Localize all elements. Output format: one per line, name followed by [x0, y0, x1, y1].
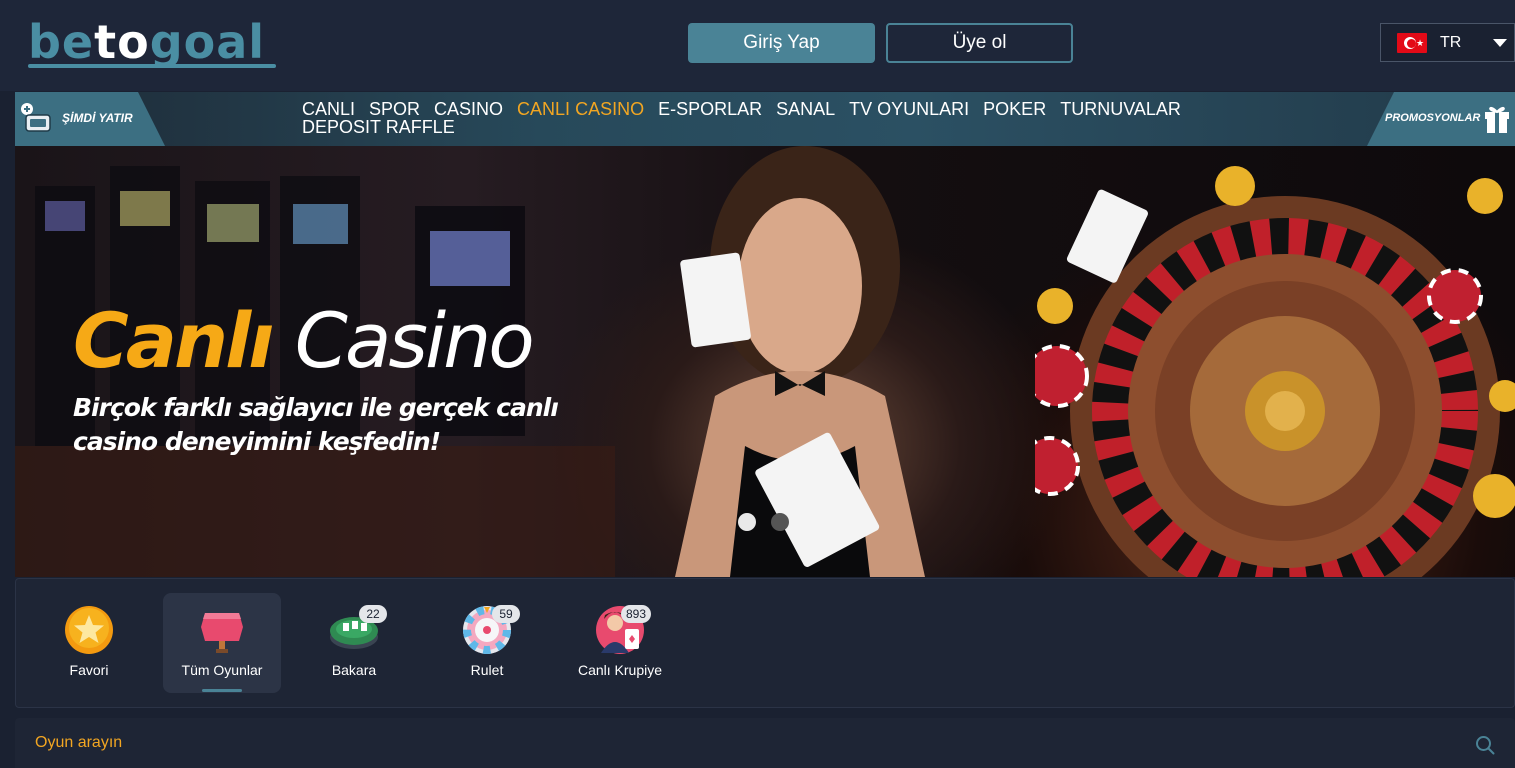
logo-text: betogoal [28, 15, 266, 69]
star-icon [65, 606, 113, 654]
nav-item-canli-casino[interactable]: CANLI CASINO [517, 100, 644, 118]
logo-underline [28, 64, 276, 68]
nav-item-sanal[interactable]: SANAL [776, 100, 835, 118]
caret-down-icon [1493, 38, 1508, 47]
hero-title: Canlı Casino [73, 296, 535, 385]
dealer-woman-image [675, 146, 925, 577]
category-tum-oyunlar[interactable]: Tüm Oyunlar [163, 593, 281, 693]
header: betogoal Giriş Yap Üye ol ★ TR [0, 0, 1515, 91]
promotions-button[interactable]: PROMOSYONLAR [1367, 92, 1515, 146]
nav-item-casino[interactable]: CASINO [434, 100, 503, 118]
category-label: Bakara [331, 662, 377, 678]
game-search-input[interactable] [15, 718, 1455, 768]
nav-item-poker[interactable]: POKER [983, 100, 1046, 118]
carousel-dot-1[interactable] [738, 513, 756, 531]
category-label: Favori [69, 662, 109, 678]
carousel-dot-2[interactable] [771, 513, 789, 531]
nav-item-tv-oyunlari[interactable]: TV OYUNLARI [849, 100, 969, 118]
category-favori[interactable]: Favori [30, 593, 148, 693]
game-search-bar [15, 718, 1515, 768]
hero-subtitle: Birçok farklı sağlayıcı ile gerçek canlı… [73, 393, 559, 456]
main-nav: ŞİMDİ YATIR CANLI SPOR CASINO CANLI CASINO E… [15, 92, 1515, 146]
nav-item-turnuvalar[interactable]: TURNUVALAR [1060, 100, 1181, 118]
count-badge: 22 [359, 605, 387, 623]
login-button[interactable]: Giriş Yap [688, 23, 875, 63]
category-bakara[interactable]: 22 Bakara [295, 593, 413, 693]
category-label: Rulet [470, 662, 504, 678]
hero-banner[interactable]: Canlı Casino Birçok farklı sağlayıcı ile… [15, 146, 1515, 577]
nav-item-canli[interactable]: CANLI [302, 100, 355, 118]
game-category-bar: Favori Tüm Oyunlar 22 Bakara 59 Rulet 89… [15, 578, 1515, 708]
category-canli-krupiye[interactable]: 893 Canlı Krupiye [561, 593, 679, 693]
nav-item-e-sporlar[interactable]: E-SPORLAR [658, 100, 762, 118]
deposit-label: ŞİMDİ YATIR [62, 111, 133, 125]
logo[interactable]: betogoal [28, 12, 276, 72]
gift-icon [1485, 106, 1509, 133]
nav-item-spor[interactable]: SPOR [369, 100, 420, 118]
category-rulet[interactable]: 59 Rulet [428, 593, 546, 693]
promotions-label: PROMOSYONLAR [1385, 112, 1481, 124]
nav-links: CANLI SPOR CASINO CANLI CASINO E-SPORLAR SANA… [302, 100, 1362, 136]
active-indicator [202, 689, 242, 692]
search-icon[interactable] [1475, 735, 1495, 755]
register-button[interactable]: Üye ol [886, 23, 1073, 63]
category-label: Canlı Krupiye [577, 662, 663, 678]
turkey-flag-icon: ★ [1397, 32, 1427, 53]
language-code: TR [1440, 33, 1462, 51]
wallet-plus-icon [21, 103, 51, 132]
nav-item-deposit-raffle[interactable]: DEPOSIT RAFFLE [302, 118, 455, 136]
category-label: Tüm Oyunlar [181, 662, 263, 678]
all-games-icon [201, 613, 243, 653]
count-badge: 59 [492, 605, 520, 623]
carousel-dots [738, 513, 789, 531]
deposit-now-button[interactable]: ŞİMDİ YATIR [15, 92, 165, 146]
roulette-wheel-image [1035, 166, 1515, 577]
count-badge: 893 [621, 605, 652, 623]
language-selector[interactable]: ★ TR [1380, 23, 1515, 62]
